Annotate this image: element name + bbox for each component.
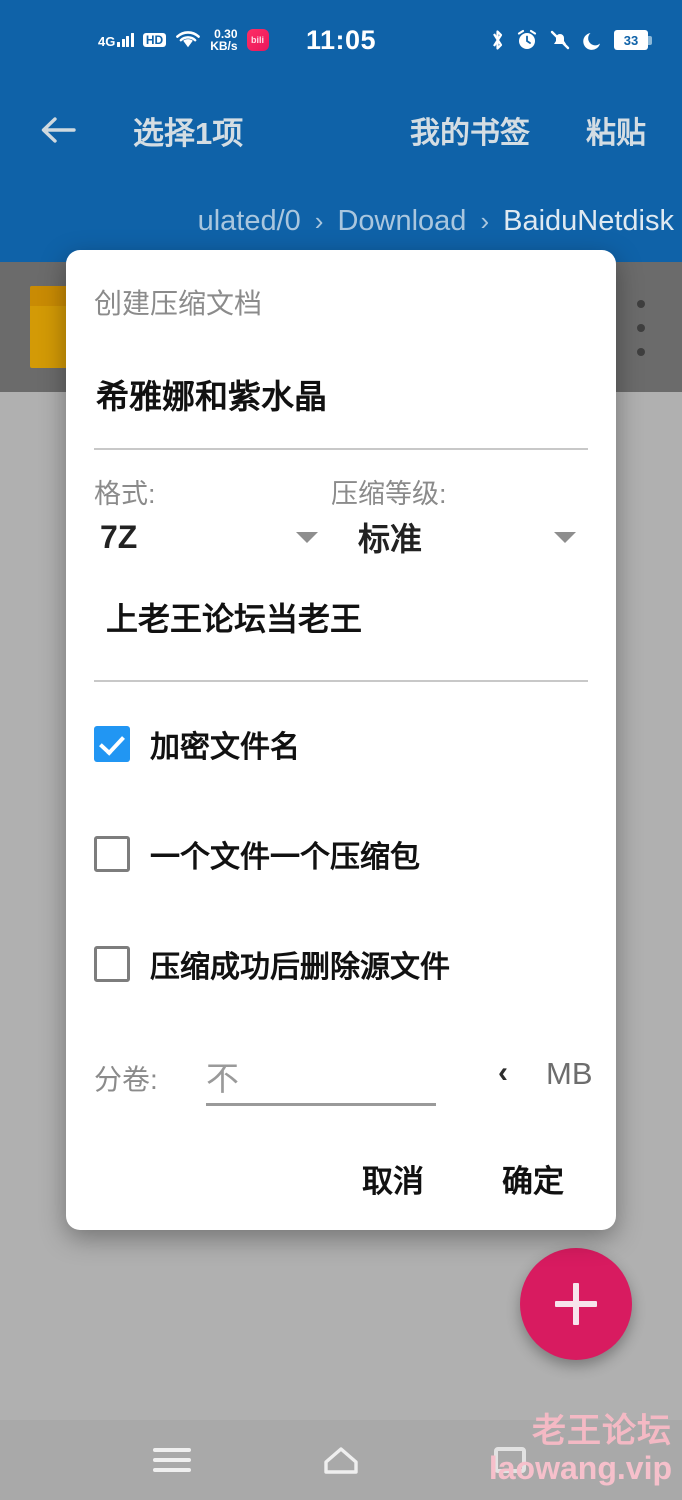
split-volume-label: 分卷:	[94, 1064, 158, 1095]
cancel-button[interactable]: 取消	[362, 1150, 424, 1206]
checkbox-unchecked-icon[interactable]	[94, 946, 130, 982]
bluetooth-icon	[493, 30, 503, 50]
system-nav-bar	[0, 1420, 682, 1500]
breadcrumb-item-2[interactable]: BaiduNetdisk	[503, 205, 674, 238]
checkbox-label: 压缩成功后删除源文件	[150, 951, 450, 984]
chevron-right-icon: ›	[480, 205, 490, 236]
split-volume-row: 分卷: 不 ‹ MB	[94, 1048, 593, 1108]
paste-button[interactable]: 粘贴	[586, 104, 646, 156]
confirm-button[interactable]: 确定	[502, 1150, 564, 1206]
archive-name-input[interactable]: 希雅娜和紫水晶	[96, 370, 586, 418]
plus-icon	[555, 1283, 597, 1325]
dialog-title: 创建压缩文档	[94, 288, 263, 319]
breadcrumb-item-0[interactable]: ulated/0	[198, 205, 301, 238]
page-title: 选择1项	[133, 115, 244, 151]
back-icon[interactable]	[468, 1420, 552, 1500]
chevron-left-icon[interactable]: ‹	[498, 1056, 508, 1090]
checkbox-label: 一个文件一个压缩包	[150, 841, 420, 874]
breadcrumb-item-1[interactable]: Download	[337, 205, 466, 238]
checkbox-unchecked-icon[interactable]	[94, 836, 130, 872]
home-icon[interactable]	[299, 1420, 383, 1500]
mute-icon	[550, 30, 570, 50]
password-input[interactable]: 上老王论坛当老王	[106, 594, 362, 640]
checkbox-one-archive-per-file[interactable]: 一个文件一个压缩包	[94, 832, 420, 876]
do-not-disturb-icon	[583, 32, 600, 50]
recents-icon[interactable]	[130, 1420, 214, 1500]
split-volume-input[interactable]: 不	[206, 1048, 436, 1106]
format-label: 格式:	[94, 479, 156, 509]
compression-level-label: 压缩等级:	[331, 479, 447, 509]
chevron-down-icon	[296, 531, 318, 543]
split-volume-unit: MB	[546, 1056, 593, 1091]
status-bar: 4G HD 0.30 KB/s bili 11:05 33	[0, 0, 682, 80]
create-archive-dialog: 创建压缩文档 希雅娜和紫水晶 格式: 7Z 压缩等级: 标准 上老王论坛当老王 …	[66, 250, 616, 1230]
chevron-right-icon: ›	[314, 205, 324, 236]
checkbox-label: 加密文件名	[150, 731, 300, 764]
battery-level-label: 33	[614, 30, 648, 50]
row-overflow-menu-icon[interactable]	[632, 300, 650, 356]
status-bar-right-icons: 33	[490, 0, 652, 80]
format-select[interactable]: 7Z	[100, 512, 330, 562]
battery-icon: 33	[614, 30, 652, 50]
divider	[94, 680, 588, 682]
compression-level-value: 标准	[358, 521, 423, 557]
compression-level-select[interactable]: 标准	[358, 512, 588, 562]
divider	[94, 448, 588, 450]
checkbox-checked-icon[interactable]	[94, 726, 130, 762]
checkbox-encrypt-filenames[interactable]: 加密文件名	[94, 722, 300, 766]
back-button[interactable]	[32, 104, 84, 156]
alarm-icon	[517, 29, 537, 49]
checkbox-delete-source-after-success[interactable]: 压缩成功后删除源文件	[94, 942, 450, 986]
split-volume-value: 不	[206, 1060, 239, 1097]
chevron-down-icon	[554, 531, 576, 543]
add-fab-button[interactable]	[520, 1248, 632, 1360]
app-bar: 选择1项 我的书签 粘贴	[0, 80, 682, 180]
my-bookmarks-button[interactable]: 我的书签	[410, 104, 530, 156]
format-value: 7Z	[100, 518, 138, 555]
phone-screen: 4G HD 0.30 KB/s bili 11:05 33 选择1项 我的书签 …	[0, 0, 682, 1500]
